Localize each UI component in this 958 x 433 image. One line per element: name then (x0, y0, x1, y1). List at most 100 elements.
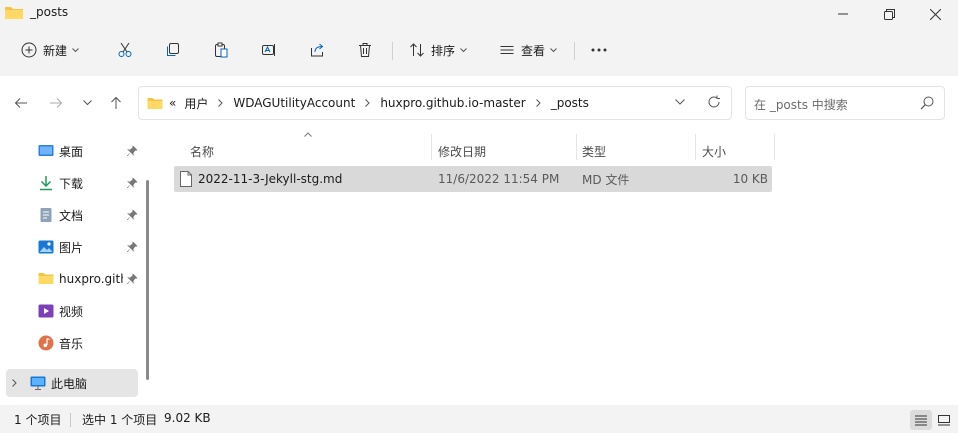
navigation-pane: 桌面 下载 文档 图片 huxpro.gith 视频 音乐 此电脑 (0, 132, 150, 405)
column-header-modified[interactable]: 修改日期 (438, 138, 486, 164)
file-size: 10 KB (732, 172, 768, 186)
window-title: _posts (30, 5, 69, 19)
file-type: MD 文件 (582, 172, 630, 187)
selected-size: 9.02 KB (164, 411, 211, 425)
nav-item-music[interactable]: 音乐 (6, 329, 138, 357)
item-count: 1 个项目 (14, 413, 62, 427)
more-options-button[interactable] (584, 36, 614, 64)
toolbar-divider (574, 42, 575, 60)
tiles-view-button[interactable] (933, 410, 955, 430)
rename-button[interactable] (254, 36, 284, 64)
sort-button[interactable]: 排序 (404, 36, 472, 64)
close-button[interactable] (912, 0, 958, 28)
nav-item-label: 桌面 (59, 144, 84, 159)
nav-scrollbar[interactable] (146, 180, 149, 380)
pin-icon (126, 177, 138, 189)
breadcrumb: « 用户 WDAGUtilityAccount huxpro.github.io… (147, 87, 589, 119)
sort-ascending-icon (304, 132, 312, 137)
trash-icon (357, 42, 373, 58)
recent-locations-button[interactable] (74, 90, 100, 116)
pin-icon (126, 209, 138, 221)
nav-item-this-pc[interactable]: 此电脑 (6, 369, 138, 397)
view-button[interactable]: 查看 (494, 36, 562, 64)
refresh-icon (707, 95, 721, 109)
folder-icon (4, 4, 24, 20)
download-icon (38, 175, 54, 191)
nav-item-label: 视频 (59, 304, 84, 319)
breadcrumb-item[interactable]: 用户 (184, 95, 208, 112)
chevron-right-icon[interactable] (365, 99, 371, 107)
file-row[interactable]: 2022-11-3-Jekyll-stg.md 11/6/2022 11:54 … (174, 166, 772, 192)
arrow-right-icon (49, 97, 63, 109)
chevron-down-icon (82, 100, 92, 106)
pc-icon (30, 375, 46, 391)
chevron-right-icon[interactable] (535, 99, 541, 107)
file-icon (180, 171, 192, 187)
breadcrumb-item[interactable]: _posts (551, 96, 589, 110)
sort-label: 排序 (430, 43, 455, 58)
video-icon (38, 303, 54, 319)
nav-item-pictures[interactable]: 图片 (6, 233, 138, 261)
column-header-name[interactable]: 名称 (190, 138, 214, 164)
nav-item-videos[interactable]: 视频 (6, 297, 138, 325)
refresh-button[interactable] (707, 95, 721, 109)
up-button[interactable] (103, 90, 129, 116)
column-header-label: 大小 (702, 144, 727, 159)
status-divider (70, 413, 71, 427)
file-list: 名称 修改日期 类型 大小 2022-11-3-Jekyll-stg.md 11… (156, 132, 958, 405)
sort-icon (409, 42, 425, 58)
status-bar: 1 个项目 选中 1 个项目 9.02 KB (0, 405, 958, 433)
command-bar: 新建 排序 查看 (0, 30, 958, 72)
folder-icon (147, 96, 163, 110)
chevron-down-icon (72, 47, 79, 53)
cut-button[interactable] (110, 36, 140, 64)
column-header-size[interactable]: 大小 (702, 138, 726, 164)
toolbar-divider (392, 42, 393, 60)
selected-count: 选中 1 个项目 (82, 413, 158, 427)
nav-item-huxpro[interactable]: huxpro.github.io-master (6, 265, 138, 293)
share-button[interactable] (302, 36, 332, 64)
column-divider[interactable] (431, 134, 432, 160)
back-button[interactable] (8, 90, 34, 116)
breadcrumb-item[interactable]: huxpro.github.io-master (380, 96, 525, 110)
minimize-button[interactable] (820, 0, 866, 28)
column-divider[interactable] (576, 134, 577, 160)
rename-icon (261, 42, 277, 58)
file-name: 2022-11-3-Jekyll-stg.md (198, 172, 343, 186)
main-area: 桌面 下载 文档 图片 huxpro.gith 视频 音乐 此电脑 名称 修改日… (0, 132, 958, 405)
nav-item-label: 此电脑 (51, 376, 88, 391)
search-input[interactable]: 在 _posts 中搜索 (745, 86, 945, 120)
column-header-label: 修改日期 (438, 144, 487, 159)
new-button[interactable]: 新建 (14, 36, 86, 64)
folder-icon (38, 271, 54, 287)
column-header-label: 名称 (190, 144, 215, 159)
forward-button[interactable] (43, 90, 69, 116)
breadcrumb-item[interactable]: WDAGUtilityAccount (233, 96, 355, 110)
nav-item-desktop[interactable]: 桌面 (6, 137, 138, 165)
search-placeholder: 在 _posts 中搜索 (754, 98, 848, 112)
chevron-right-icon[interactable] (12, 379, 17, 387)
column-header-label: 类型 (582, 144, 607, 159)
column-divider[interactable] (695, 134, 696, 160)
column-divider[interactable] (774, 134, 775, 160)
address-history-dropdown[interactable] (675, 99, 685, 105)
address-bar[interactable]: « 用户 WDAGUtilityAccount huxpro.github.io… (138, 86, 732, 120)
chevron-right-icon[interactable] (218, 99, 224, 107)
details-view-button[interactable] (910, 410, 932, 430)
nav-item-documents[interactable]: 文档 (6, 201, 138, 229)
breadcrumb-overflow[interactable]: « (169, 96, 176, 110)
nav-item-downloads[interactable]: 下载 (6, 169, 138, 197)
column-header-type[interactable]: 类型 (582, 138, 606, 164)
nav-item-label: 音乐 (59, 336, 84, 351)
restore-button[interactable] (866, 0, 912, 28)
copy-icon (165, 42, 181, 58)
title-bar: _posts (0, 0, 958, 28)
chevron-down-icon (460, 47, 467, 53)
plus-circle-icon (21, 42, 37, 58)
share-icon (309, 42, 325, 58)
copy-button[interactable] (158, 36, 188, 64)
arrow-left-icon (14, 97, 28, 109)
picture-icon (38, 239, 54, 255)
paste-button[interactable] (206, 36, 236, 64)
delete-button[interactable] (350, 36, 380, 64)
